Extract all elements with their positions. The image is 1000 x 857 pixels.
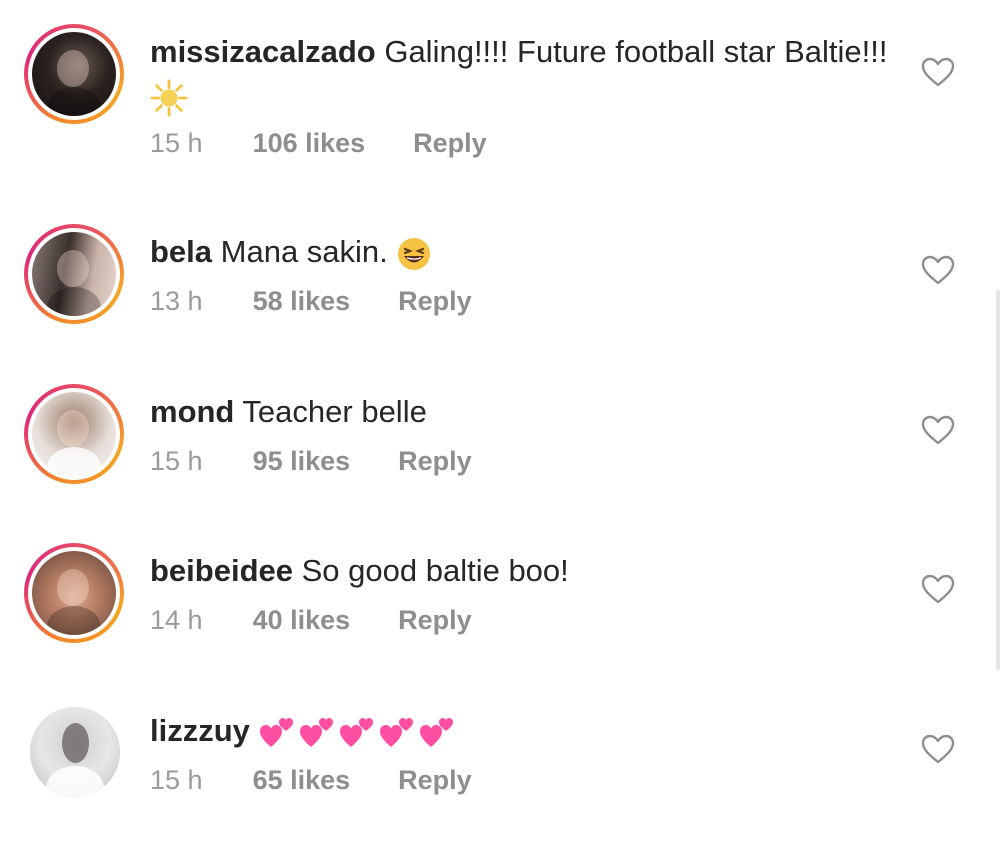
comment-text: beibeidee So good baltie boo! [150, 549, 890, 593]
username-link[interactable]: beibeidee [150, 553, 293, 588]
avatar[interactable] [24, 543, 124, 643]
comment-meta: 13 h 58 likes Reply [150, 286, 472, 317]
comment-time: 15 h [150, 446, 203, 476]
comment-text: lizzzuy [150, 709, 890, 753]
likes-count-link[interactable]: 40 likes [253, 605, 351, 636]
reply-button[interactable]: Reply [398, 286, 472, 317]
comment-body [250, 713, 259, 748]
comment-meta: 15 h 106 likes Reply [150, 128, 487, 159]
heart-outline-icon[interactable] [920, 573, 956, 605]
two-hearts-emoji-icon [259, 713, 459, 753]
avatar[interactable] [24, 384, 124, 484]
comment-meta: 14 h 40 likes Reply [150, 605, 472, 636]
username-link[interactable]: bela [150, 234, 212, 269]
comment-item: beibeidee So good baltie boo! 14 h 40 lik… [0, 537, 1000, 697]
comment-list: missizacalzado Galing!!!! Future footbal… [0, 0, 1000, 844]
comment-item: mond Teacher belle 15 h 95 likes Reply [0, 378, 1000, 538]
comment-text: mond Teacher belle [150, 390, 890, 434]
reply-button[interactable]: Reply [398, 765, 472, 796]
comment-time: 13 h [150, 286, 203, 316]
comment-body: So good baltie boo! [293, 553, 569, 588]
comment-body: Galing!!!! Future football star Baltie!!… [375, 34, 888, 69]
comment-time: 14 h [150, 605, 203, 635]
sun-emoji-icon [150, 79, 188, 117]
comment-meta: 15 h 95 likes Reply [150, 446, 472, 477]
comment-item: missizacalzado Galing!!!! Future footbal… [0, 18, 1000, 178]
comment-body: Mana sakin. [212, 234, 397, 269]
likes-count-link[interactable]: 106 likes [253, 128, 366, 159]
laughing-emoji-icon [396, 236, 432, 272]
likes-count-link[interactable]: 58 likes [253, 286, 351, 317]
avatar[interactable] [30, 707, 120, 797]
scrollbar[interactable] [996, 290, 1000, 670]
reply-button[interactable]: Reply [413, 128, 487, 159]
reply-button[interactable]: Reply [398, 605, 472, 636]
comment-text: bela Mana sakin. [150, 230, 890, 274]
heart-outline-icon[interactable] [920, 56, 956, 88]
comment-meta: 15 h 65 likes Reply [150, 765, 472, 796]
comment-body: Teacher belle [234, 394, 427, 429]
heart-outline-icon[interactable] [920, 254, 956, 286]
username-link[interactable]: lizzzuy [150, 713, 250, 748]
likes-count-link[interactable]: 95 likes [253, 446, 351, 477]
comment-text: missizacalzado Galing!!!! Future footbal… [150, 30, 890, 118]
comment-item: bela Mana sakin. 13 h 58 likes Reply [0, 218, 1000, 378]
comment-time: 15 h [150, 128, 203, 158]
heart-outline-icon[interactable] [920, 414, 956, 446]
avatar[interactable] [24, 224, 124, 324]
avatar[interactable] [24, 24, 124, 124]
likes-count-link[interactable]: 65 likes [253, 765, 351, 796]
reply-button[interactable]: Reply [398, 446, 472, 477]
comment-time: 15 h [150, 765, 203, 795]
username-link[interactable]: missizacalzado [150, 34, 376, 69]
username-link[interactable]: mond [150, 394, 234, 429]
comment-item: lizzzuy 15 h 65 likes Reply [0, 697, 1000, 857]
heart-outline-icon[interactable] [920, 733, 956, 765]
